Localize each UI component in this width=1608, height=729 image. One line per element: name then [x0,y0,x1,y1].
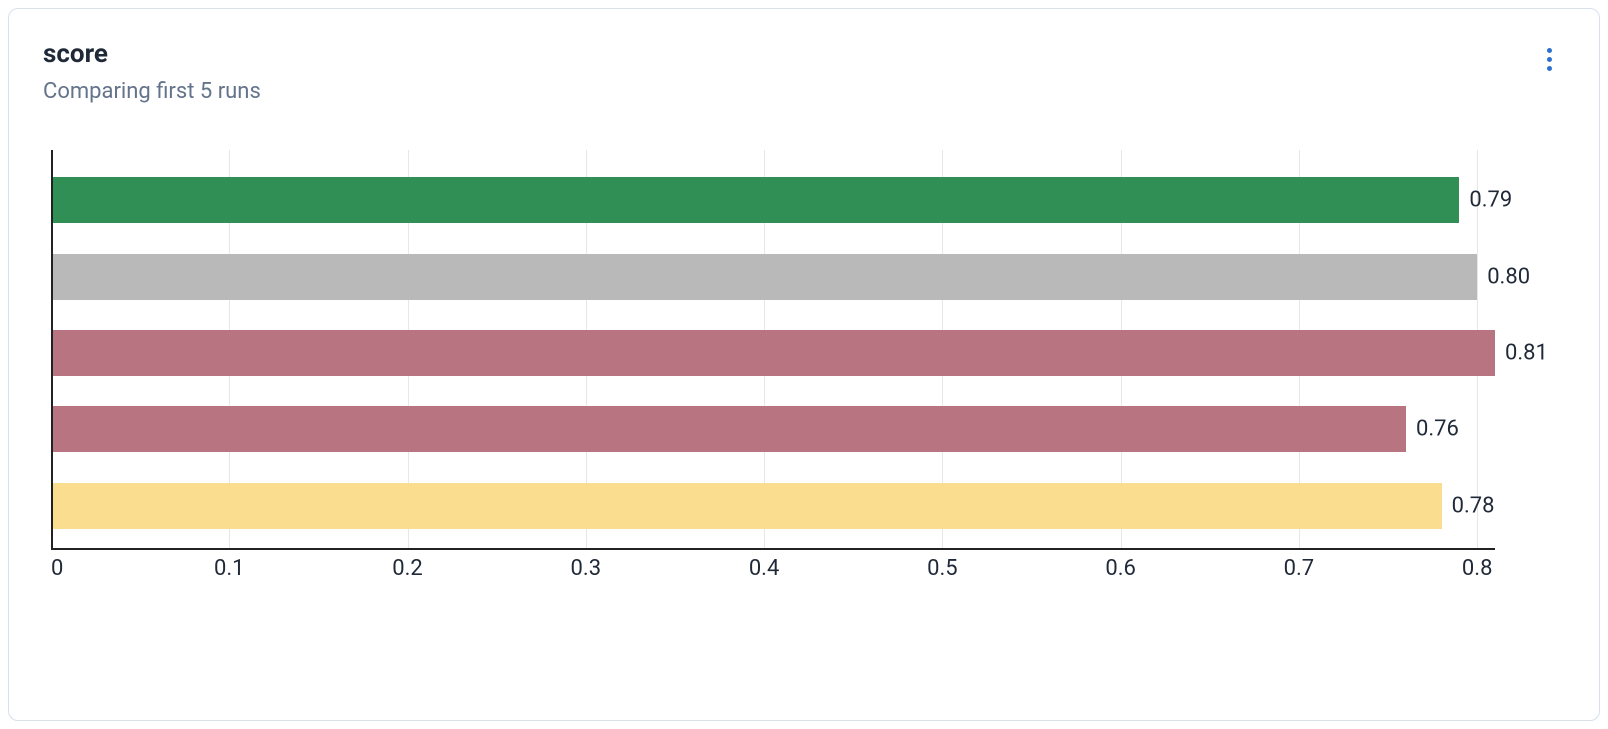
kebab-dot-icon [1547,57,1552,62]
more-menu-button[interactable] [1533,43,1565,75]
bar-value-label: 0.79 [1469,188,1512,213]
x-tick-label: 0.7 [1284,556,1315,581]
kebab-dot-icon [1547,66,1552,71]
bars-container: 0.79 0.80 0.81 0.76 0.78 [53,150,1495,548]
x-tick-label: 0.6 [1105,556,1136,581]
card-header: score Comparing first 5 runs [43,39,1565,104]
bar-row: 0.81 [53,330,1495,376]
bar-value-label: 0.81 [1505,340,1548,365]
bar[interactable]: 0.79 [53,177,1459,223]
bar-row: 0.78 [53,483,1495,529]
bar[interactable]: 0.80 [53,254,1477,300]
y-axis [51,150,53,550]
x-tick-label: 0.3 [571,556,602,581]
bar-value-label: 0.78 [1452,493,1495,518]
chart-area: 0.79 0.80 0.81 0.76 0.78 0 0.1 0.2 0.3 0.4 0.5 0.6… [43,150,1565,590]
titles: score Comparing first 5 runs [43,39,261,104]
x-tick-label: 0.5 [927,556,958,581]
bar[interactable]: 0.78 [53,483,1442,529]
x-tick-labels: 0 0.1 0.2 0.3 0.4 0.5 0.6 0.7 0.8 [51,550,1495,590]
bar[interactable]: 0.81 [53,330,1495,376]
x-tick-label: 0.4 [749,556,780,581]
bar-value-label: 0.80 [1487,264,1530,289]
bar-row: 0.76 [53,406,1495,452]
x-tick-label: 0 [51,556,63,581]
bar-value-label: 0.76 [1416,417,1459,442]
plot-area: 0.79 0.80 0.81 0.76 0.78 [51,150,1495,550]
x-tick-label: 0.8 [1462,556,1493,581]
bar-row: 0.80 [53,254,1495,300]
x-tick-label: 0.2 [392,556,423,581]
chart-subtitle: Comparing first 5 runs [43,79,261,104]
x-tick-label: 0.1 [214,556,245,581]
chart-title: score [43,39,261,69]
chart-card: score Comparing first 5 runs 0.790.800.8… [8,8,1600,721]
kebab-dot-icon [1547,48,1552,53]
bar-row: 0.79 [53,177,1495,223]
bar[interactable]: 0.76 [53,406,1406,452]
